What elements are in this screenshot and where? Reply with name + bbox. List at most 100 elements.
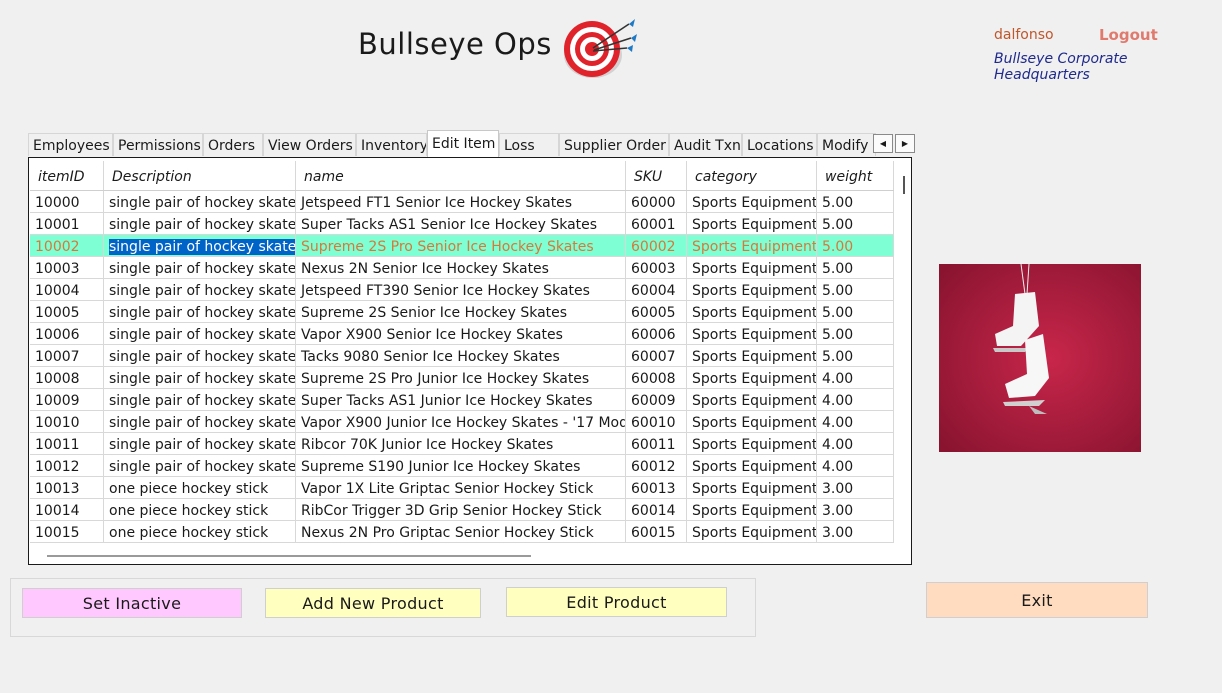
cell-name[interactable]: Tacks 9080 Senior Ice Hockey Skates bbox=[296, 345, 626, 366]
tab-edit-item[interactable]: Edit Item bbox=[427, 130, 499, 157]
cell-weight[interactable]: 4.00 bbox=[817, 389, 894, 410]
tab-view-orders[interactable]: View Orders bbox=[263, 133, 356, 156]
tab-locations[interactable]: Locations bbox=[742, 133, 817, 156]
cell-sku[interactable]: 60004 bbox=[626, 279, 687, 300]
cell-name[interactable]: RibCor Trigger 3D Grip Senior Hockey Sti… bbox=[296, 499, 626, 520]
cell-weight[interactable]: 4.00 bbox=[817, 455, 894, 476]
table-row[interactable]: 10007 single pair of hockey skates Tacks 9… bbox=[30, 345, 894, 367]
cell-description[interactable]: single pair of hockey skates bbox=[104, 257, 296, 278]
cell-sku[interactable]: 60014 bbox=[626, 499, 687, 520]
cell-name[interactable]: Nexus 2N Senior Ice Hockey Skates bbox=[296, 257, 626, 278]
cell-name[interactable]: Vapor 1X Lite Griptac Senior Hockey Stic… bbox=[296, 477, 626, 498]
cell-category[interactable]: Sports Equipment bbox=[687, 433, 817, 454]
cell-sku[interactable]: 60008 bbox=[626, 367, 687, 388]
cell-name[interactable]: Ribcor 70K Junior Ice Hockey Skates bbox=[296, 433, 626, 454]
cell-description[interactable]: single pair of hockey skates bbox=[104, 389, 296, 410]
cell-name[interactable]: Nexus 2N Pro Griptac Senior Hockey Stick bbox=[296, 521, 626, 542]
tab-scroll-left-button[interactable]: ◀ bbox=[873, 134, 893, 153]
cell-description[interactable]: one piece hockey stick bbox=[104, 499, 296, 520]
cell-itemid[interactable]: 10004 bbox=[30, 279, 104, 300]
cell-category[interactable]: Sports Equipment bbox=[687, 367, 817, 388]
cell-sku[interactable]: 60015 bbox=[626, 521, 687, 542]
cell-name[interactable]: Supreme 2S Pro Junior Ice Hockey Skates bbox=[296, 367, 626, 388]
cell-weight[interactable]: 5.00 bbox=[817, 235, 894, 256]
cell-name[interactable]: Vapor X900 Junior Ice Hockey Skates - '1… bbox=[296, 411, 626, 432]
cell-sku[interactable]: 60013 bbox=[626, 477, 687, 498]
table-row[interactable]: 10011 single pair of hockey skates Ribcor … bbox=[30, 433, 894, 455]
cell-weight[interactable]: 5.00 bbox=[817, 257, 894, 278]
cell-weight[interactable]: 5.00 bbox=[817, 345, 894, 366]
cell-weight[interactable]: 4.00 bbox=[817, 433, 894, 454]
table-row[interactable]: 10006 single pair of hockey skates Vapor X… bbox=[30, 323, 894, 345]
table-row[interactable]: 10000 single pair of hockey skates Jetspee… bbox=[30, 191, 894, 213]
cell-description[interactable]: one piece hockey stick bbox=[104, 521, 296, 542]
cell-weight[interactable]: 4.00 bbox=[817, 411, 894, 432]
cell-category[interactable]: Sports Equipment bbox=[687, 301, 817, 322]
tab-supplier-order[interactable]: Supplier Order bbox=[559, 133, 669, 156]
table-row[interactable]: 10013 one piece hockey stick Vapor 1X Lite… bbox=[30, 477, 894, 499]
cell-category[interactable]: Sports Equipment bbox=[687, 521, 817, 542]
tab-modify[interactable]: Modify bbox=[817, 133, 876, 156]
cell-description[interactable]: single pair of hockey skates bbox=[104, 455, 296, 476]
cell-sku[interactable]: 60011 bbox=[626, 433, 687, 454]
tab-employees[interactable]: Employees bbox=[28, 133, 113, 156]
cell-name[interactable]: Supreme 2S Pro Senior Ice Hockey Skates bbox=[296, 235, 626, 256]
cell-sku[interactable]: 60007 bbox=[626, 345, 687, 366]
cell-description[interactable]: single pair of hockey skates bbox=[104, 301, 296, 322]
cell-category[interactable]: Sports Equipment bbox=[687, 455, 817, 476]
cell-sku[interactable]: 60010 bbox=[626, 411, 687, 432]
column-header-weight[interactable]: weight bbox=[817, 161, 894, 190]
cell-category[interactable]: Sports Equipment bbox=[687, 235, 817, 256]
cell-sku[interactable]: 60001 bbox=[626, 213, 687, 234]
cell-name[interactable]: Jetspeed FT1 Senior Ice Hockey Skates bbox=[296, 191, 626, 212]
cell-name[interactable]: Vapor X900 Senior Ice Hockey Skates bbox=[296, 323, 626, 344]
column-header-sku[interactable]: SKU bbox=[626, 161, 687, 190]
cell-description[interactable]: single pair of hockey skates bbox=[104, 367, 296, 388]
tab-audit-txn[interactable]: Audit Txn bbox=[669, 133, 742, 156]
cell-category[interactable]: Sports Equipment bbox=[687, 477, 817, 498]
cell-category[interactable]: Sports Equipment bbox=[687, 499, 817, 520]
items-table[interactable]: itemID Description name SKU category wei… bbox=[30, 161, 894, 545]
table-row[interactable]: 10002 single pair of hockey skates Supreme… bbox=[30, 235, 894, 257]
cell-description[interactable]: single pair of hockey skates bbox=[104, 433, 296, 454]
cell-category[interactable]: Sports Equipment bbox=[687, 411, 817, 432]
column-header-description[interactable]: Description bbox=[104, 161, 296, 190]
cell-itemid[interactable]: 10013 bbox=[30, 477, 104, 498]
table-row[interactable]: 10015 one piece hockey stick Nexus 2N Pro … bbox=[30, 521, 894, 543]
table-row[interactable]: 10010 single pair of hockey skates Vapor X… bbox=[30, 411, 894, 433]
tab-loss[interactable]: Loss bbox=[499, 133, 559, 156]
cell-sku[interactable]: 60009 bbox=[626, 389, 687, 410]
table-row[interactable]: 10001 single pair of hockey skates Super T… bbox=[30, 213, 894, 235]
cell-name[interactable]: Super Tacks AS1 Junior Ice Hockey Skates bbox=[296, 389, 626, 410]
cell-category[interactable]: Sports Equipment bbox=[687, 257, 817, 278]
cell-itemid[interactable]: 10000 bbox=[30, 191, 104, 212]
cell-weight[interactable]: 3.00 bbox=[817, 521, 894, 542]
cell-weight[interactable]: 3.00 bbox=[817, 499, 894, 520]
cell-itemid[interactable]: 10015 bbox=[30, 521, 104, 542]
cell-description[interactable]: single pair of hockey skates bbox=[104, 213, 296, 234]
cell-name[interactable]: Super Tacks AS1 Senior Ice Hockey Skates bbox=[296, 213, 626, 234]
cell-sku[interactable]: 60005 bbox=[626, 301, 687, 322]
cell-description[interactable]: one piece hockey stick bbox=[104, 477, 296, 498]
cell-itemid[interactable]: 10014 bbox=[30, 499, 104, 520]
cell-itemid[interactable]: 10011 bbox=[30, 433, 104, 454]
column-header-itemid[interactable]: itemID bbox=[30, 161, 104, 190]
cell-sku[interactable]: 60012 bbox=[626, 455, 687, 476]
cell-sku[interactable]: 60003 bbox=[626, 257, 687, 278]
tab-permissions[interactable]: Permissions bbox=[113, 133, 203, 156]
cell-itemid[interactable]: 10001 bbox=[30, 213, 104, 234]
cell-description[interactable]: single pair of hockey skates bbox=[104, 323, 296, 344]
tab-orders[interactable]: Orders bbox=[203, 133, 263, 156]
add-new-product-button[interactable]: Add New Product bbox=[265, 588, 481, 618]
tab-scroll-right-button[interactable]: ▶ bbox=[895, 134, 915, 153]
table-row[interactable]: 10003 single pair of hockey skates Nexus 2… bbox=[30, 257, 894, 279]
cell-sku[interactable]: 60006 bbox=[626, 323, 687, 344]
exit-button[interactable]: Exit bbox=[926, 582, 1148, 618]
cell-itemid[interactable]: 10010 bbox=[30, 411, 104, 432]
table-row[interactable]: 10012 single pair of hockey skates Supreme… bbox=[30, 455, 894, 477]
horizontal-scrollbar[interactable] bbox=[47, 555, 531, 557]
cell-category[interactable]: Sports Equipment bbox=[687, 279, 817, 300]
cell-description[interactable]: single pair of hockey skates bbox=[104, 411, 296, 432]
cell-itemid[interactable]: 10012 bbox=[30, 455, 104, 476]
cell-description[interactable]: single pair of hockey skates bbox=[104, 345, 296, 366]
